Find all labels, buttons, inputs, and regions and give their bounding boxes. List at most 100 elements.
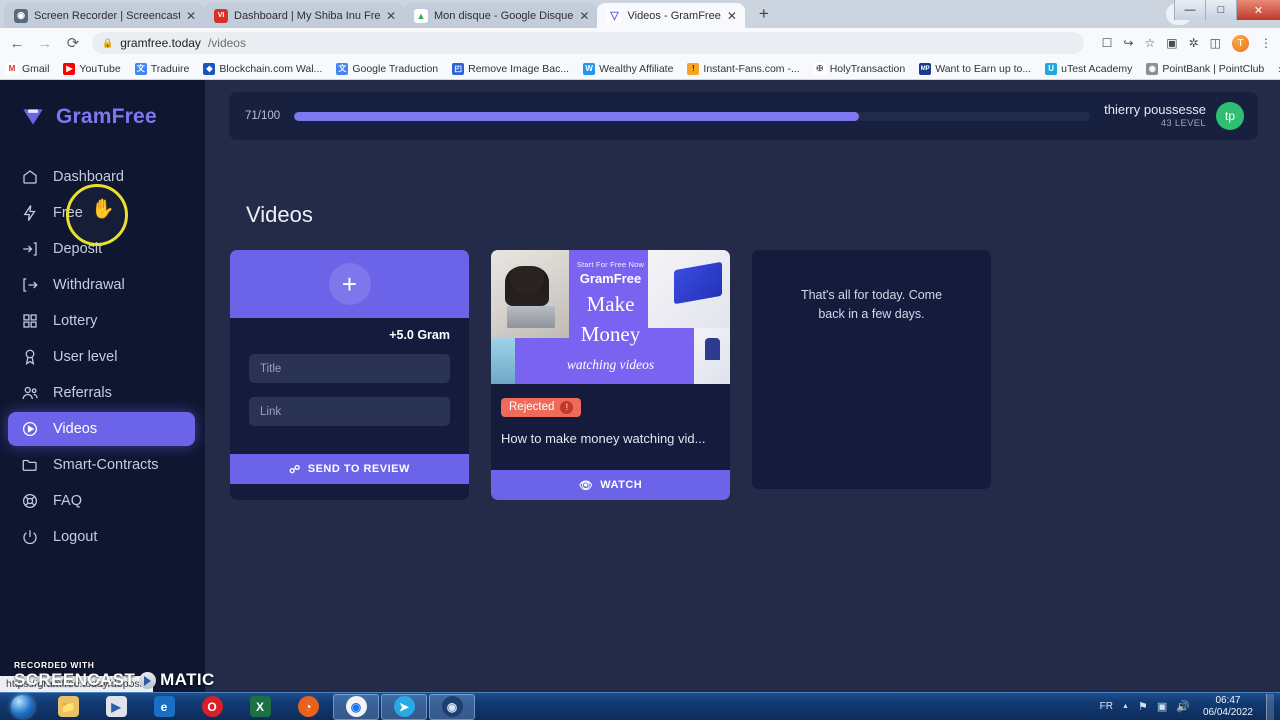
folder-icon bbox=[20, 456, 39, 475]
plus-icon[interactable]: + bbox=[328, 263, 371, 305]
reload-icon[interactable]: ⟳ bbox=[64, 34, 82, 52]
close-icon[interactable]: ✕ bbox=[386, 10, 396, 22]
omnibox-icons: ☐ ↪ ☆ ▣ ✲ ◫ T ⋮ bbox=[1094, 34, 1272, 52]
sidebar-item-dashboard[interactable]: Dashboard bbox=[8, 160, 195, 194]
forward-icon[interactable]: → bbox=[36, 35, 54, 52]
send-to-review-button[interactable]: ☍ SEND TO REVIEW bbox=[230, 454, 469, 484]
empty-state-message: That's all for today. Come back in a few… bbox=[800, 288, 943, 321]
add-video-header[interactable]: + bbox=[230, 250, 469, 318]
avatar[interactable]: T bbox=[1232, 34, 1249, 52]
flag-icon[interactable]: ⚑ bbox=[1138, 700, 1148, 713]
taskbar-explorer-icon[interactable]: 📁 bbox=[45, 694, 91, 720]
taskbar-opera-icon[interactable]: O bbox=[189, 694, 235, 720]
avatar[interactable]: tp bbox=[1216, 102, 1244, 130]
sidebar-item-videos[interactable]: Videos bbox=[8, 412, 195, 446]
browser-tab-1[interactable]: VI Dashboard | My Shiba Inu Free| ✕ bbox=[204, 3, 404, 28]
bookmark-youtube[interactable]: ▶ YouTube bbox=[63, 62, 121, 75]
bookmark-star-icon[interactable]: ☆ bbox=[1144, 36, 1155, 50]
link-input[interactable]: Link bbox=[249, 397, 450, 426]
sidebar-item-withdrawal[interactable]: Withdrawal bbox=[8, 268, 195, 302]
system-tray: FR ▲ ⚑ ▣ 🔊 06:47 06/04/2022 bbox=[1100, 693, 1280, 720]
sidebar-nav: Dashboard Free Deposit Withdrawal Lotter… bbox=[0, 160, 205, 554]
bookmark-traduire[interactable]: 文 Traduire bbox=[134, 62, 189, 75]
bookmark-label: uTest Academy bbox=[1061, 62, 1133, 75]
url-path: /videos bbox=[207, 36, 246, 50]
browser-tab-2[interactable]: ▲ Mon disque - Google Disque ✕ bbox=[404, 3, 598, 28]
taskbar-chrome-icon[interactable]: ◉ bbox=[333, 693, 379, 720]
sidepanel-icon[interactable]: ◫ bbox=[1210, 36, 1221, 50]
info-icon[interactable]: ! bbox=[560, 400, 574, 414]
sidebar-item-smart-contracts[interactable]: Smart-Contracts bbox=[8, 448, 195, 482]
address-bar[interactable]: 🔒 gramfree.today/videos bbox=[92, 32, 1084, 54]
share-icon[interactable]: ↪ bbox=[1123, 36, 1133, 50]
sidebar-item-user-level[interactable]: User level bbox=[8, 340, 195, 374]
sidebar-item-label: Videos bbox=[53, 421, 98, 437]
bookmark-label: Wealthy Affiliate bbox=[599, 62, 674, 75]
minimize-button[interactable]: — bbox=[1174, 0, 1205, 20]
video-thumbnail[interactable]: Start For Free Now GramFree Make Money w… bbox=[491, 250, 730, 384]
chrome-icon: ◉ bbox=[345, 696, 367, 717]
sidebar-item-faq[interactable]: FAQ bbox=[8, 484, 195, 518]
title-input[interactable]: Title bbox=[249, 354, 450, 383]
extension-puzzle-icon[interactable]: ▣ bbox=[1166, 36, 1177, 50]
show-desktop-button[interactable] bbox=[1266, 693, 1274, 720]
bookmark-wealthy-affiliate[interactable]: W Wealthy Affiliate bbox=[583, 62, 674, 75]
network-icon[interactable]: ▣ bbox=[1157, 700, 1167, 713]
sidebar-item-free[interactable]: Free bbox=[8, 196, 195, 230]
sidebar-item-label: User level bbox=[53, 349, 118, 365]
menu-icon[interactable]: ⋮ bbox=[1260, 36, 1272, 50]
sidebar-item-lottery[interactable]: Lottery bbox=[8, 304, 195, 338]
volume-icon[interactable]: 🔊 bbox=[1176, 700, 1190, 713]
sidebar-item-label: Referrals bbox=[53, 385, 112, 401]
user-block[interactable]: thierry poussesse 43 LEVEL tp bbox=[1104, 102, 1244, 130]
brand[interactable]: GramFree bbox=[0, 96, 205, 138]
tray-language[interactable]: FR bbox=[1100, 701, 1113, 712]
taskbar-excel-icon[interactable]: X bbox=[237, 694, 283, 720]
bookmark-gmail[interactable]: M Gmail bbox=[6, 62, 49, 75]
translate-icon[interactable]: ☐ bbox=[1102, 36, 1113, 50]
windows-start-orb[interactable] bbox=[0, 694, 44, 720]
close-window-button[interactable]: ✕ bbox=[1236, 0, 1280, 20]
bookmark-want-to-earn[interactable]: MP Want to Earn up to... bbox=[919, 62, 1031, 75]
bookmark-utest-academy[interactable]: UuTest Academy bbox=[1045, 62, 1133, 75]
bookmark-blockchain[interactable]: ◆ Blockchain.com Wal... bbox=[203, 62, 322, 75]
sidebar-item-referrals[interactable]: Referrals bbox=[8, 376, 195, 410]
close-icon[interactable]: ✕ bbox=[727, 10, 737, 22]
taskbar-screencast-icon[interactable]: ◉ bbox=[429, 693, 475, 720]
bookmark-instant-fans[interactable]: ! Instant-Fans.com -... bbox=[687, 62, 800, 75]
taskbar-media-player-icon[interactable]: ▶ bbox=[93, 694, 139, 720]
sidebar-item-deposit[interactable]: Deposit bbox=[8, 232, 195, 266]
sidebar-item-logout[interactable]: Logout bbox=[8, 520, 195, 554]
taskbar-clock[interactable]: 06:47 06/04/2022 bbox=[1199, 695, 1257, 719]
browser-tab-0[interactable]: ◉ Screen Recorder | Screencast-O ✕ bbox=[4, 3, 204, 28]
opera-icon: O bbox=[201, 696, 223, 717]
bookmark-holytransaction[interactable]: ✠ HolyTransaction bbox=[813, 62, 905, 75]
media-player-icon: ▶ bbox=[105, 696, 127, 717]
chevron-up-icon[interactable]: ▲ bbox=[1122, 703, 1129, 710]
video-title: How to make money watching vid... bbox=[501, 430, 706, 446]
close-icon[interactable]: ✕ bbox=[186, 10, 196, 22]
bookmark-google-traduction[interactable]: 文 Google Traduction bbox=[336, 62, 438, 75]
watch-button[interactable]: 👁 WATCH bbox=[491, 470, 730, 500]
extensions-icon[interactable]: ✲ bbox=[1189, 36, 1199, 50]
bookmark-pointbank[interactable]: ◉ PointBank | PointClub bbox=[1146, 62, 1264, 75]
bookmarks-bar: M Gmail ▶ YouTube 文 Traduire ◆ Blockchain.co… bbox=[0, 58, 1280, 80]
clock-date: 06/04/2022 bbox=[1202, 706, 1253, 718]
taskbar-firefox-icon[interactable]: ◔ bbox=[285, 694, 331, 720]
browser-tab-3[interactable]: ▽ Videos - GramFree ✕ bbox=[597, 3, 745, 28]
taskbar-telegram-icon[interactable]: ➤ bbox=[381, 693, 427, 720]
external-link-icon: ☍ bbox=[289, 463, 301, 476]
maximize-button[interactable]: □ bbox=[1205, 0, 1236, 20]
sidebar-item-label: Free bbox=[53, 205, 83, 221]
bolt-icon bbox=[20, 204, 39, 223]
bookmark-removebg[interactable]: ◰ Remove Image Bac... bbox=[452, 62, 569, 75]
users-icon bbox=[20, 384, 39, 403]
login-arrow-icon bbox=[20, 240, 39, 259]
holytransaction-icon: ✠ bbox=[813, 62, 826, 75]
tab-title: Screen Recorder | Screencast-O bbox=[34, 9, 180, 22]
taskbar-internet-explorer-icon[interactable]: e bbox=[141, 694, 187, 720]
back-icon[interactable]: ← bbox=[8, 35, 26, 52]
close-icon[interactable]: ✕ bbox=[579, 10, 589, 22]
user-name: thierry poussesse bbox=[1104, 101, 1206, 117]
new-tab-button[interactable]: + bbox=[750, 1, 777, 27]
